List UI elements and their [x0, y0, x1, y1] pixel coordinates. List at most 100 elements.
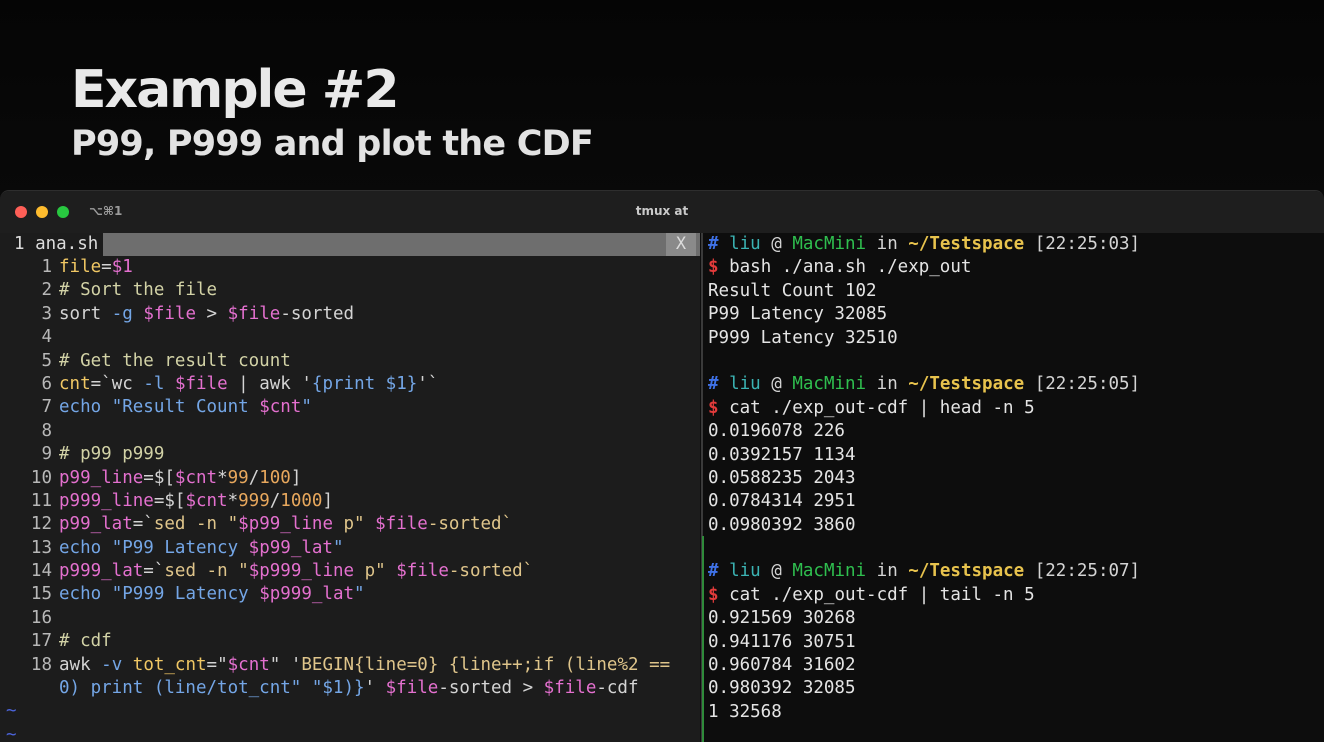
- code-token: echo: [59, 537, 102, 558]
- code-token: ": [227, 561, 249, 582]
- code-token: =`: [143, 561, 165, 582]
- code-line: 17 # cdf: [0, 630, 700, 653]
- code-token: 0) print (line/tot_cnt" "$1)}: [59, 678, 365, 699]
- line-number: 5: [41, 350, 52, 371]
- prompt-hash: #: [708, 234, 719, 254]
- code-line: 0) print (line/tot_cnt" "$1)}' $file-sor…: [0, 677, 700, 700]
- code-token: *: [227, 490, 239, 511]
- prompt-host: MacMini: [792, 234, 867, 254]
- editor-pane[interactable]: 1 ana.sh X 1 file=$1 2 # Sort the file 3 sort…: [0, 233, 700, 742]
- prompt-user: liu: [729, 561, 761, 582]
- code-token: " ': [269, 654, 302, 675]
- code-token: p99_lat: [59, 514, 133, 535]
- prompt-hash: #: [708, 374, 719, 395]
- line-number: 15: [30, 584, 52, 605]
- code-token: p": [354, 561, 397, 582]
- output-line: Result Count 102: [708, 280, 877, 301]
- prompt-line: # liu @ MacMini in ~/Testspace [22:25:03…: [708, 233, 1324, 256]
- code-token: -n: [206, 561, 228, 582]
- prompt-at: @: [771, 561, 782, 582]
- prompt-line: # liu @ MacMini in ~/Testspace [22:25:07…: [708, 560, 1324, 583]
- code-token: '`: [417, 373, 439, 394]
- shell-pane[interactable]: # liu @ MacMini in ~/Testspace [22:25:03…: [708, 233, 1324, 742]
- code-token: awk: [259, 373, 291, 394]
- code-token: 100: [259, 467, 291, 488]
- window-titlebar[interactable]: ⌥⌘1 tmux at: [0, 191, 1324, 233]
- prompt-user: liu: [729, 374, 761, 395]
- line-number: 8: [41, 420, 52, 441]
- output-line: P999 Latency 32510: [708, 327, 898, 348]
- code-line: 18 awk -v tot_cnt="$cnt" 'BEGIN{line=0} {…: [0, 654, 700, 677]
- line-number: 2: [41, 280, 52, 301]
- code-token: awk: [59, 654, 91, 675]
- code-token: -sorted: [280, 303, 355, 324]
- output-line: 0.0980392 3860: [708, 514, 856, 535]
- code-token: $cnt: [227, 654, 270, 675]
- code-token: sed: [153, 514, 186, 535]
- code-token: 99: [227, 467, 249, 488]
- line-number: 12: [30, 514, 52, 535]
- prompt-time: [22:25:05]: [1034, 374, 1141, 395]
- code-line: 12 p99_lat=`sed -n "$p99_line p" $file-so…: [0, 513, 700, 536]
- code-token: echo: [59, 584, 102, 605]
- code-token: $file: [385, 678, 439, 699]
- code-token: 999: [238, 490, 270, 511]
- code-token: -sorted >: [438, 678, 544, 699]
- code-token: ": [332, 537, 344, 558]
- prompt-host: MacMini: [792, 374, 867, 395]
- code-line: 10 p99_line=$[$cnt*99/100]: [0, 467, 700, 490]
- line-number: 11: [30, 490, 52, 511]
- code-token: "P999 Latency: [101, 584, 260, 605]
- code-token: -sorted`: [427, 514, 513, 535]
- output-line: 0.0196078 226: [708, 421, 845, 442]
- code-token: p999_lat: [59, 561, 144, 582]
- prompt-dollar: $: [708, 584, 719, 605]
- line-number: 3: [41, 303, 52, 324]
- code-token: BEGIN{line=0} {line++;if (line%2 ==: [301, 654, 671, 675]
- code-token: ]: [290, 467, 302, 488]
- code-token: =`: [132, 514, 154, 535]
- code-token: -n: [196, 514, 218, 535]
- code-token: 1000: [280, 490, 323, 511]
- code-line: 1 file=$1: [0, 256, 700, 279]
- command-line: $ cat ./exp_out-cdf | tail -n 5: [708, 584, 1324, 607]
- code-token: p": [332, 514, 376, 535]
- output-line: 0.960784 31602: [708, 655, 856, 676]
- code-token: ]: [322, 490, 333, 511]
- code-area[interactable]: 1 file=$1 2 # Sort the file 3 sort -g $file >…: [0, 256, 700, 742]
- code-token: $file: [375, 514, 428, 535]
- editor-tab-ana-sh[interactable]: 1 ana.sh: [0, 233, 103, 256]
- code-token: ": [301, 397, 312, 418]
- prompt-in: in: [876, 374, 898, 395]
- prompt-path: ~/Testspace: [908, 374, 1025, 395]
- code-token: ": [354, 584, 365, 605]
- line-number: 4: [41, 327, 52, 348]
- code-token: /: [269, 490, 281, 511]
- command-line: $ cat ./exp_out-cdf | head -n 5: [708, 397, 1324, 420]
- output-line: 0.0588235 2043: [708, 467, 856, 488]
- code-line: 14 p999_lat=`sed -n "$p999_line p" $file-…: [0, 560, 700, 583]
- tab-close-button[interactable]: X: [666, 233, 696, 256]
- output-line: 0.0392157 1134: [708, 444, 856, 465]
- code-token: =`: [90, 373, 112, 394]
- output-line: 0.921569 30268: [708, 608, 856, 629]
- code-token: $file: [174, 373, 228, 394]
- code-line: 7 echo "Result Count $cnt": [0, 396, 700, 419]
- line-number: 7: [41, 397, 52, 418]
- code-line: 4: [0, 326, 700, 349]
- code-line: 13 echo "P99 Latency $p99_lat": [0, 537, 700, 560]
- prompt-user: liu: [729, 234, 761, 254]
- code-token: # p99 p999: [59, 444, 165, 465]
- command-line: $ bash ./ana.sh ./exp_out: [708, 256, 1324, 279]
- code-token: wc: [111, 373, 133, 394]
- slide-title: Example #2: [71, 60, 400, 120]
- code-token: |: [227, 373, 260, 394]
- code-token: -sorted`: [448, 561, 534, 582]
- code-token: p999_line: [59, 490, 154, 511]
- prompt-dollar: $: [708, 257, 719, 278]
